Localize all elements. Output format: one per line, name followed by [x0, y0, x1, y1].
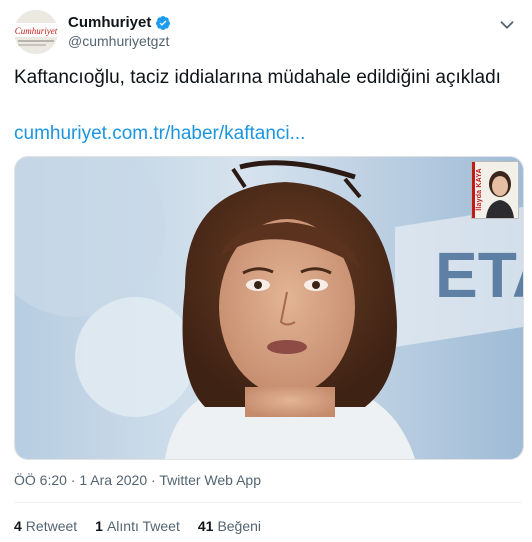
likes-stat[interactable]: 41 Beğeni [198, 518, 261, 534]
tweet-link[interactable]: cumhuriyet.com.tr/haber/kaftanci... [14, 120, 305, 147]
backdrop-text: ETA [435, 239, 523, 311]
retweets-count: 4 [14, 518, 22, 534]
meta-separator: · [147, 472, 160, 488]
tweet-header: Cumhuriyet Cumhuriyet @cumhuriyetgzt [14, 8, 171, 56]
avatar-logo-icon: Cumhuriyet [14, 10, 58, 54]
display-name[interactable]: Cumhuriyet [68, 13, 151, 32]
avatar[interactable]: Cumhuriyet [14, 10, 58, 54]
tweet-date[interactable]: 1 Ara 2020 [79, 472, 147, 488]
chevron-down-icon[interactable] [496, 14, 518, 36]
tweet-card: Cumhuriyet Cumhuriyet @cumhuriyetgzt Kaf… [0, 0, 532, 542]
tweet-stats: 4 Retweet 1 Alıntı Tweet 41 Beğeni [14, 518, 279, 534]
verified-badge-icon [156, 15, 171, 30]
tweet-source[interactable]: Twitter Web App [159, 472, 261, 488]
tweet-text: Kaftancıoğlu, taciz iddialarına müdahale… [14, 67, 501, 88]
tweet-meta: ÖÖ 6:20 · 1 Ara 2020 · Twitter Web App [14, 472, 261, 488]
inset-author-name: İlayda KAYA [475, 168, 483, 211]
tweet-time[interactable]: ÖÖ 6:20 [14, 472, 67, 488]
user-names: Cumhuriyet @cumhuriyetgzt [68, 13, 171, 51]
retweets-label: Retweet [25, 518, 78, 534]
retweets-stat[interactable]: 4 Retweet [14, 518, 77, 534]
quotes-count: 1 [95, 518, 103, 534]
inset-accent-bar [472, 162, 475, 218]
avatar-logo-text: Cumhuriyet [15, 26, 58, 36]
likes-label: Beğeni [217, 518, 262, 534]
photo-illustration: ETA [15, 157, 523, 459]
quotes-stat[interactable]: 1 Alıntı Tweet [95, 518, 180, 534]
quotes-label: Alıntı Tweet [106, 518, 180, 534]
divider [14, 502, 522, 503]
meta-separator: · [66, 472, 80, 488]
tweet-media-photo[interactable]: ETA İlayda KAYA [14, 156, 524, 460]
user-handle[interactable]: @cumhuriyetgzt [68, 32, 171, 51]
likes-count: 41 [197, 518, 214, 534]
author-inset-thumbnail: İlayda KAYA [471, 161, 519, 219]
name-row: Cumhuriyet [68, 13, 171, 32]
